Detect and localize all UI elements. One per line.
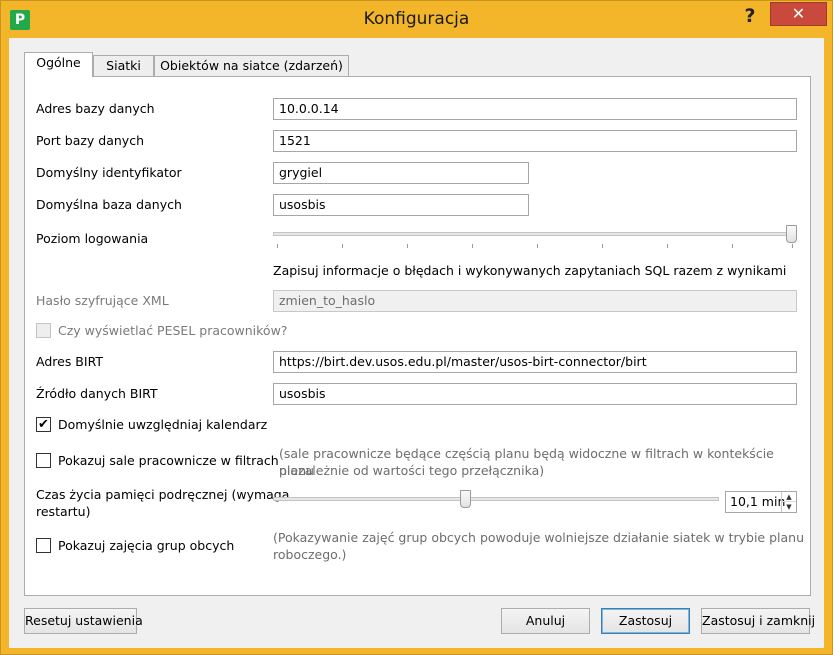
cache-lifetime-label-line2: restartu) <box>36 504 91 519</box>
cache-lifetime-slider-handle[interactable] <box>460 490 472 508</box>
apply-and-close-button[interactable]: Zastosuj i zamknij <box>701 608 815 634</box>
dialog-body: Ogólne Siatki Obiektów na siatce (zdarze… <box>9 38 824 648</box>
close-button[interactable]: ✕ <box>770 2 827 26</box>
log-level-description: Zapisuj informacje o błędach i wykonywan… <box>273 263 787 278</box>
db-address-input[interactable]: 10.0.0.14 <box>273 98 797 120</box>
slider-tick <box>667 244 668 248</box>
db-address-label: Adres bazy danych <box>36 101 155 116</box>
birt-source-input[interactable]: usosbis <box>273 383 797 405</box>
tab-general[interactable]: Ogólne <box>24 52 93 77</box>
log-level-slider-groove <box>273 232 797 236</box>
slider-tick <box>407 244 408 248</box>
db-port-label: Port bazy danych <box>36 133 144 148</box>
show-foreign-groups-checkbox[interactable] <box>36 538 51 553</box>
cache-lifetime-spinbox[interactable]: 10,1 min ▲ ▼ <box>725 491 797 513</box>
log-level-label: Poziom logowania <box>36 231 149 246</box>
birt-source-label: Źródło danych BIRT <box>36 386 158 401</box>
db-port-input[interactable]: 1521 <box>273 130 797 152</box>
cache-lifetime-label-line1: Czas życia pamięci podręcznej (wymaga <box>36 487 290 502</box>
spin-down-icon[interactable]: ▼ <box>782 502 796 512</box>
spin-arrows: ▲ ▼ <box>781 492 796 512</box>
slider-tick <box>342 244 343 248</box>
cancel-button[interactable]: Anuluj <box>501 608 590 634</box>
slider-tick <box>732 244 733 248</box>
birt-address-label: Adres BIRT <box>36 354 103 369</box>
show-staff-rooms-label: Pokazuj sale pracownicze w filtrach <box>58 453 279 468</box>
default-db-label: Domyślna baza danych <box>36 197 182 212</box>
reset-settings-button[interactable]: Resetuj ustawienia <box>24 608 143 634</box>
show-pesel-label: Czy wyświetlać PESEL pracowników? <box>58 323 288 338</box>
default-id-input[interactable]: grygiel <box>273 162 529 184</box>
include-calendar-checkbox[interactable]: ✔ <box>36 417 51 432</box>
general-settings-panel: Adres bazy danych 10.0.0.14 Port bazy da… <box>24 76 811 596</box>
tab-grids[interactable]: Siatki <box>93 55 154 77</box>
show-pesel-checkbox[interactable] <box>36 323 51 338</box>
show-foreign-groups-note-line1: (Pokazywanie zajęć grup obcych powoduje … <box>273 530 805 545</box>
config-dialog: P Konfiguracja ? ✕ Ogólne Siatki Obiektó… <box>0 0 833 655</box>
spin-up-icon[interactable]: ▲ <box>782 492 796 502</box>
birt-address-input[interactable]: https://birt.dev.usos.edu.pl/master/usos… <box>273 351 797 373</box>
slider-tick <box>792 244 793 248</box>
xml-password-input[interactable]: zmien_to_haslo <box>273 290 797 312</box>
slider-tick <box>472 244 473 248</box>
log-level-slider-handle[interactable] <box>786 225 797 243</box>
default-db-input[interactable]: usosbis <box>273 194 529 216</box>
show-staff-rooms-note-line2: niezależnie od wartości tego przełącznik… <box>279 463 545 478</box>
window-title: Konfiguracja <box>363 9 470 29</box>
xml-password-label: Hasło szyfrujące XML <box>36 293 169 308</box>
tab-grid-objects[interactable]: Obiektów na siatce (zdarzeń) <box>154 55 349 77</box>
cache-lifetime-value: 10,1 min <box>730 494 786 509</box>
cache-lifetime-slider-groove <box>273 497 719 501</box>
help-button[interactable]: ? <box>739 5 761 27</box>
slider-tick <box>277 244 278 248</box>
include-calendar-label: Domyślnie uwzględniaj kalendarz <box>58 417 268 432</box>
show-staff-rooms-checkbox[interactable] <box>36 453 51 468</box>
title-bar[interactable]: P Konfiguracja ? ✕ <box>1 1 832 37</box>
slider-tick <box>537 244 538 248</box>
show-foreign-groups-note-line2: roboczego.) <box>273 547 347 562</box>
apply-button[interactable]: Zastosuj <box>601 608 690 634</box>
slider-tick <box>602 244 603 248</box>
show-foreign-groups-label: Pokazuj zajęcia grup obcych <box>58 538 235 553</box>
default-id-label: Domyślny identyfikator <box>36 165 182 180</box>
